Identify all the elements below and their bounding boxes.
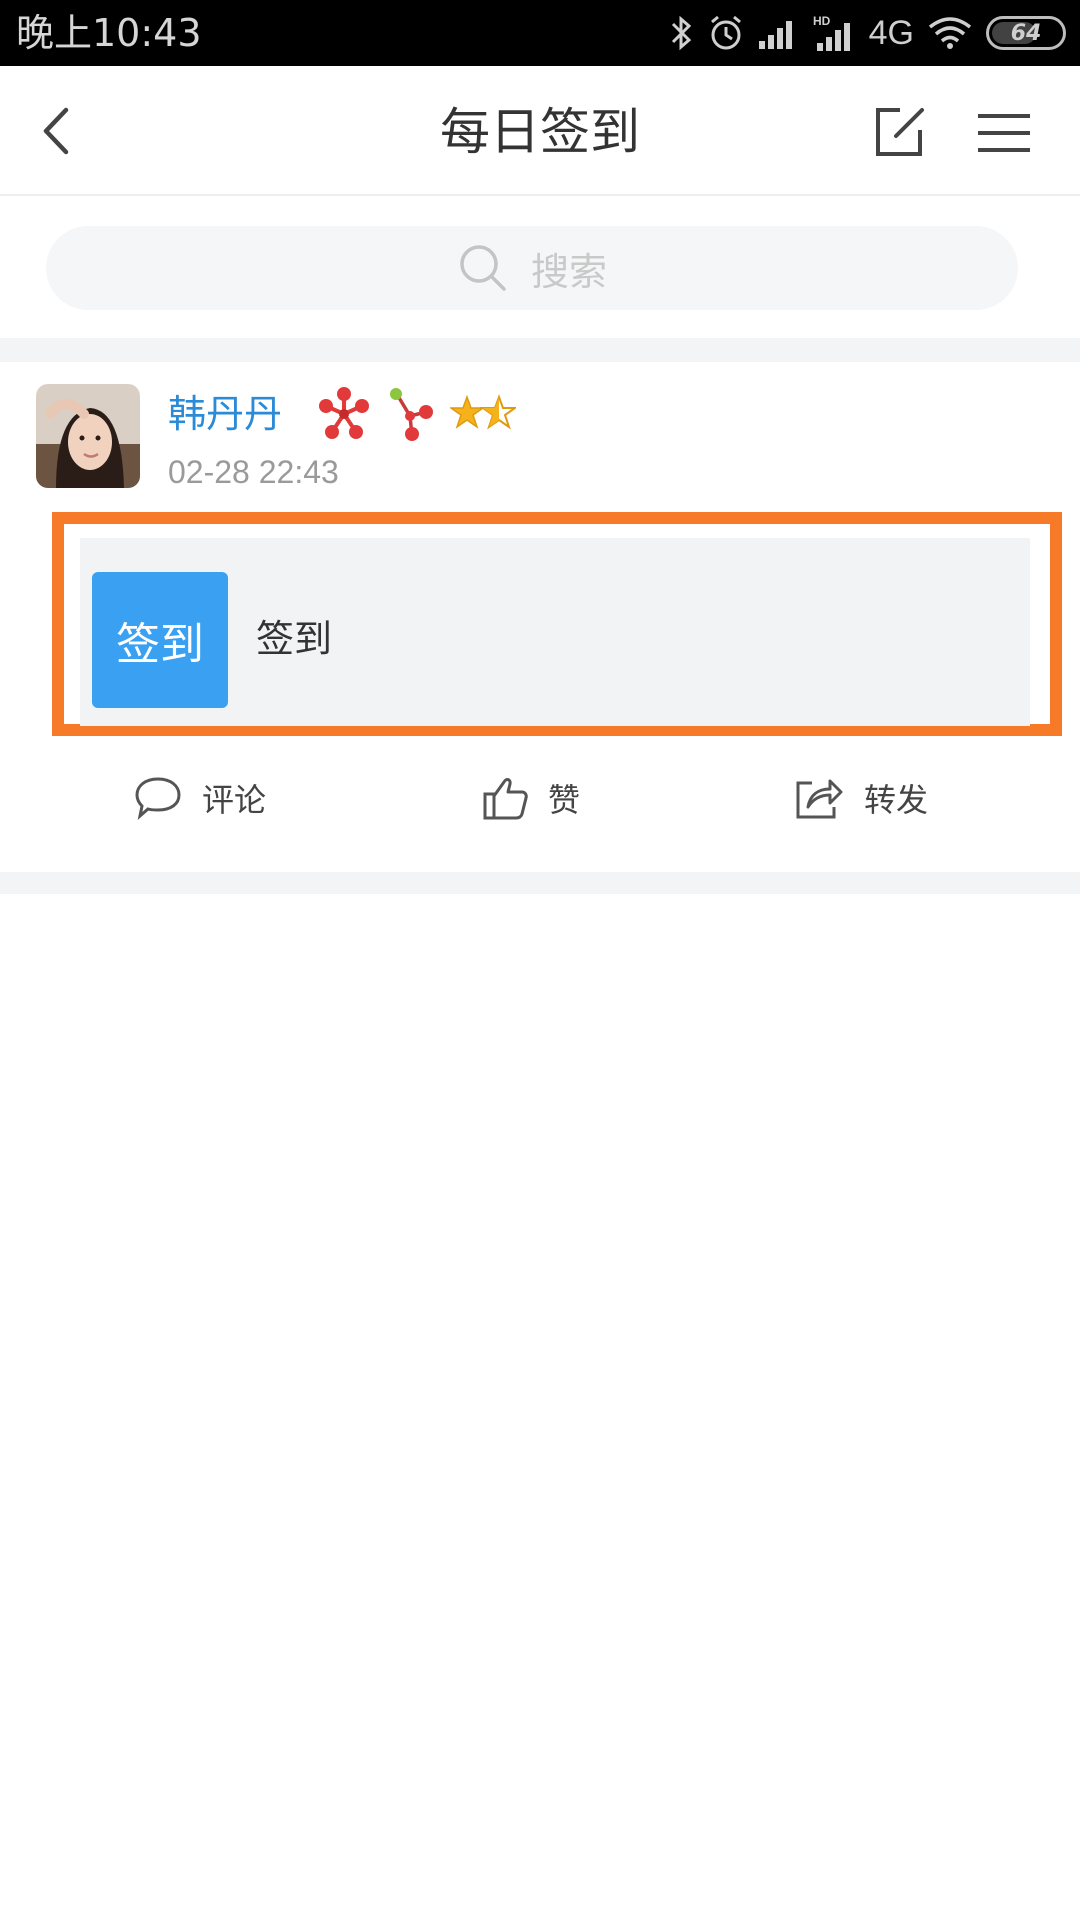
search-icon [460, 245, 506, 291]
checkin-card[interactable]: 签到 签到 [80, 538, 1030, 726]
bluetooth-icon [671, 15, 691, 51]
signal-icon [758, 21, 792, 49]
status-bar: 晚上10:43 HD 4G 64 [0, 0, 1080, 66]
comment-label: 评论 [202, 781, 267, 819]
menu-button[interactable] [976, 108, 1032, 158]
post-item[interactable]: 韩丹丹 02-28 22:43 签到 签到 评论 赞 转发 [0, 362, 1080, 872]
share-icon [796, 779, 843, 819]
like-button[interactable]: 赞 [482, 768, 580, 828]
user-badges [316, 386, 516, 442]
user-name[interactable]: 韩丹丹 [168, 390, 282, 438]
status-time: 晚上10:43 [16, 11, 202, 55]
checkin-text: 签到 [256, 617, 333, 661]
post-time: 02-28 22:43 [168, 454, 339, 490]
battery-level: 64 [1010, 20, 1042, 46]
checkin-tag: 签到 [92, 572, 228, 708]
share-label: 转发 [864, 781, 929, 819]
thumbs-up-icon [483, 778, 528, 820]
wifi-icon [928, 17, 972, 49]
sprout-badge-icon [390, 388, 433, 441]
star-rating-icon [450, 394, 516, 430]
svg-text:HD: HD [813, 14, 831, 28]
like-label: 赞 [548, 781, 581, 819]
search-input[interactable]: 搜索 [46, 226, 1018, 310]
comment-icon [135, 777, 181, 821]
comment-button[interactable]: 评论 [134, 768, 266, 828]
battery-indicator: 64 [986, 16, 1066, 50]
section-divider-bottom [0, 872, 1080, 894]
avatar-photo [36, 384, 140, 488]
highlight-frame: 签到 签到 [52, 512, 1062, 736]
alarm-icon [710, 15, 741, 50]
status-icons: HD 4G 64 [669, 10, 1066, 56]
edit-icon [876, 108, 924, 156]
avatar[interactable] [36, 384, 140, 488]
header-bar: 每日签到 [0, 66, 1080, 196]
search-section: 搜索 [0, 198, 1080, 338]
post-actions: 评论 赞 转发 [0, 752, 1080, 862]
section-divider [0, 338, 1080, 362]
menu-icon [978, 114, 1030, 152]
share-button[interactable]: 转发 [794, 768, 928, 828]
signal-hd-icon: HD [813, 14, 850, 51]
edit-button[interactable] [870, 102, 930, 162]
search-placeholder: 搜索 [530, 249, 607, 294]
flower-badge-icon [319, 387, 369, 439]
network-type: 4G [868, 13, 914, 52]
